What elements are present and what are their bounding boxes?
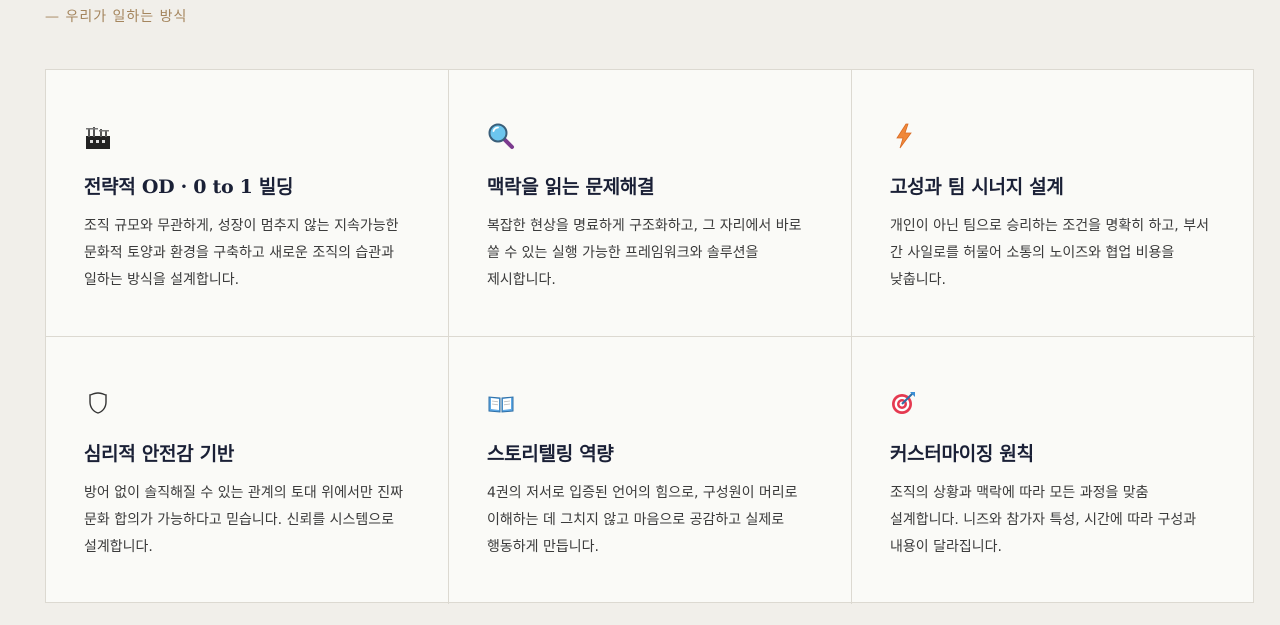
target-dart-icon bbox=[890, 389, 918, 417]
card-strategic-od: 전략적 OD · 0 to 1 빌딩 조직 규모와 무관하게, 성장이 멈추지 … bbox=[46, 70, 449, 337]
card-title: 고성과 팀 시너지 설계 bbox=[890, 176, 1064, 198]
card-description: 복잡한 현상을 명료하게 구조화하고, 그 자리에서 바로 쓸 수 있는 실행 … bbox=[487, 218, 802, 288]
card-title: 커스터마이징 원칙 bbox=[890, 443, 1034, 465]
work-method-grid: 전략적 OD · 0 to 1 빌딩 조직 규모와 무관하게, 성장이 멈추지 … bbox=[45, 69, 1255, 604]
card-title: 심리적 안전감 기반 bbox=[84, 443, 235, 465]
card-title: 맥락을 읽는 문제해결 bbox=[487, 176, 655, 198]
card-title: 전략적 OD · 0 to 1 빌딩 bbox=[84, 176, 294, 198]
card-description: 조직의 상황과 맥락에 따라 모든 과정을 맞춤 설계합니다. 니즈와 참가자 … bbox=[890, 485, 1197, 555]
card-title: 스토리텔링 역량 bbox=[487, 443, 614, 465]
card-description: 개인이 아닌 팀으로 승리하는 조건을 명확히 하고, 부서 간 사일로를 허물… bbox=[890, 218, 1209, 288]
open-book-icon bbox=[487, 389, 515, 417]
card-description: 4권의 저서로 입증된 언어의 힘으로, 구성원이 머리로 이해하는 데 그치지… bbox=[487, 485, 798, 555]
card-context-problem-solving: 맥락을 읽는 문제해결 복잡한 현상을 명료하게 구조화하고, 그 자리에서 바… bbox=[449, 70, 852, 337]
card-psychological-safety: 심리적 안전감 기반 방어 없이 솔직해질 수 있는 관계의 토대 위에서만 진… bbox=[46, 337, 449, 604]
building-construction-icon bbox=[84, 122, 112, 150]
lightning-icon bbox=[890, 122, 918, 150]
shield-icon bbox=[84, 389, 112, 417]
card-description: 방어 없이 솔직해질 수 있는 관계의 토대 위에서만 진짜 문화 합의가 가능… bbox=[84, 485, 403, 555]
card-description: 조직 규모와 무관하게, 성장이 멈추지 않는 지속가능한 문화적 토양과 환경… bbox=[84, 218, 399, 288]
card-storytelling: 스토리텔링 역량 4권의 저서로 입증된 언어의 힘으로, 구성원이 머리로 이… bbox=[449, 337, 852, 604]
card-customizing: 커스터마이징 원칙 조직의 상황과 맥락에 따라 모든 과정을 맞춤 설계합니다… bbox=[852, 337, 1255, 604]
section-eyebrow: — 우리가 일하는 방식 bbox=[45, 9, 188, 25]
magnifying-glass-icon bbox=[487, 122, 515, 150]
card-team-synergy: 고성과 팀 시너지 설계 개인이 아닌 팀으로 승리하는 조건을 명확히 하고,… bbox=[852, 70, 1255, 337]
